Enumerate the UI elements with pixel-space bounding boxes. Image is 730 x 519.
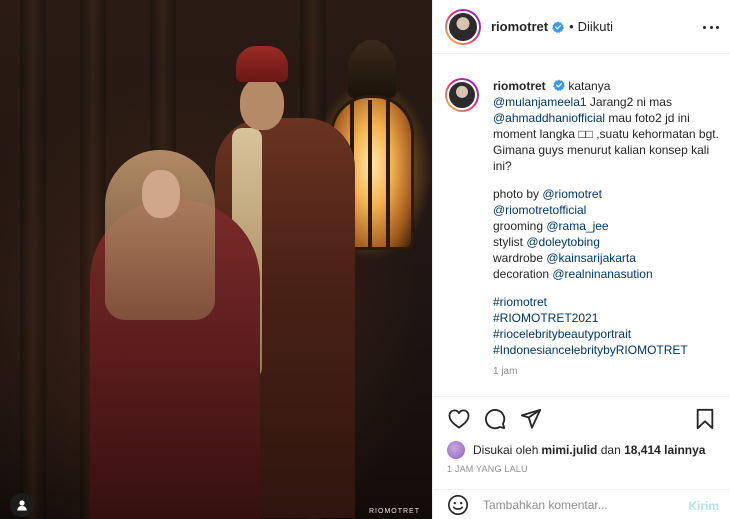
curtain-fold	[20, 0, 46, 519]
hashtags-block: #riomotret #RIOMOTRET2021 #riocelebrityb…	[493, 294, 719, 358]
hashtag-link[interactable]: #riocelebritybeautyportrait	[493, 326, 719, 342]
photo-watermark: RIOMOTRET	[369, 508, 420, 515]
liker-avatar[interactable]	[447, 441, 465, 459]
caption-body: Jarang2 ni mas	[586, 95, 672, 109]
heart-icon	[448, 409, 470, 429]
tagged-users-button[interactable]	[10, 493, 34, 517]
credit-label: grooming	[493, 219, 547, 233]
more-options-icon[interactable]	[703, 20, 719, 34]
caption-timestamp[interactable]: 1 jam	[493, 364, 719, 380]
caption-avatar[interactable]	[445, 78, 479, 112]
credit-label: wardrobe	[493, 251, 547, 265]
header-username[interactable]: riomotret	[491, 19, 548, 34]
comment-bar: Kirim	[433, 489, 730, 519]
likes-prefix: Disukai oleh	[473, 443, 539, 457]
user-icon	[17, 500, 27, 511]
mention-link[interactable]: @ahmaddhaniofficial	[493, 111, 605, 125]
liker-username[interactable]: mimi.julid	[541, 443, 597, 457]
credit-label: decoration	[493, 267, 553, 281]
mention-link[interactable]: @realninanasution	[552, 267, 652, 281]
avatar[interactable]	[445, 8, 481, 45]
mention-link[interactable]: @doleytobing	[526, 235, 600, 249]
comment-input[interactable]	[483, 498, 683, 512]
mention-link[interactable]: @riomotretofficial	[493, 203, 586, 217]
emoji-icon[interactable]	[447, 494, 469, 516]
likes-mid: dan	[597, 443, 625, 457]
bookmark-icon	[696, 408, 714, 430]
caption-intro: katanya	[568, 79, 611, 93]
likes-count-link[interactable]: 18,414 lainnya	[624, 443, 705, 457]
verified-badge-icon	[553, 79, 565, 91]
credit-label: photo by	[493, 187, 543, 201]
verified-badge-icon	[552, 21, 564, 33]
share-button[interactable]	[519, 407, 543, 431]
action-icon-row	[447, 407, 543, 431]
post-caption: riomotret katanya @mulanjameela1 Jarang2…	[445, 78, 725, 396]
hashtag-link[interactable]: #RIOMOTRET2021	[493, 310, 719, 326]
mention-link[interactable]: @riomotret	[542, 187, 602, 201]
like-button[interactable]	[447, 407, 471, 431]
save-button[interactable]	[693, 407, 717, 431]
follow-status-button[interactable]: Diikuti	[578, 19, 613, 34]
hashtag-link[interactable]: #IndonesiancelebritybyRIOMOTRET	[493, 342, 719, 358]
credits-block: photo by @riomotret @riomotretofficial g…	[493, 186, 719, 282]
post-timestamp[interactable]: 1 JAM YANG LALU	[447, 464, 528, 474]
mention-link[interactable]: @kainsarijakarta	[546, 251, 636, 265]
bride-face	[142, 170, 180, 218]
post-photo[interactable]: RIOMOTRET	[0, 0, 432, 519]
header-separator: •	[569, 19, 574, 34]
post-header: riomotret • Diikuti	[433, 0, 730, 54]
post-comment-button[interactable]: Kirim	[688, 499, 719, 513]
groom-turban	[236, 46, 288, 82]
lantern-top	[348, 40, 396, 98]
likes-summary: Disukai oleh mimi.julid dan 18,414 lainn…	[447, 441, 705, 459]
caption-username[interactable]: riomotret	[493, 79, 546, 93]
caption-text: riomotret katanya @mulanjameela1 Jarang2…	[493, 78, 719, 396]
post-side-panel: riomotret • Diikuti riomotret katanya @m…	[432, 0, 730, 519]
comment-button[interactable]	[483, 407, 507, 431]
groom-head	[240, 78, 284, 130]
comment-icon	[485, 409, 506, 430]
mention-link[interactable]: @rama_jee	[546, 219, 608, 233]
hashtag-link[interactable]: #riomotret	[493, 294, 719, 310]
credit-label: stylist	[493, 235, 527, 249]
share-icon	[520, 408, 542, 429]
mention-link[interactable]: @mulanjameela1	[493, 95, 587, 109]
post-actions: Disukai oleh mimi.julid dan 18,414 lainn…	[433, 396, 730, 519]
